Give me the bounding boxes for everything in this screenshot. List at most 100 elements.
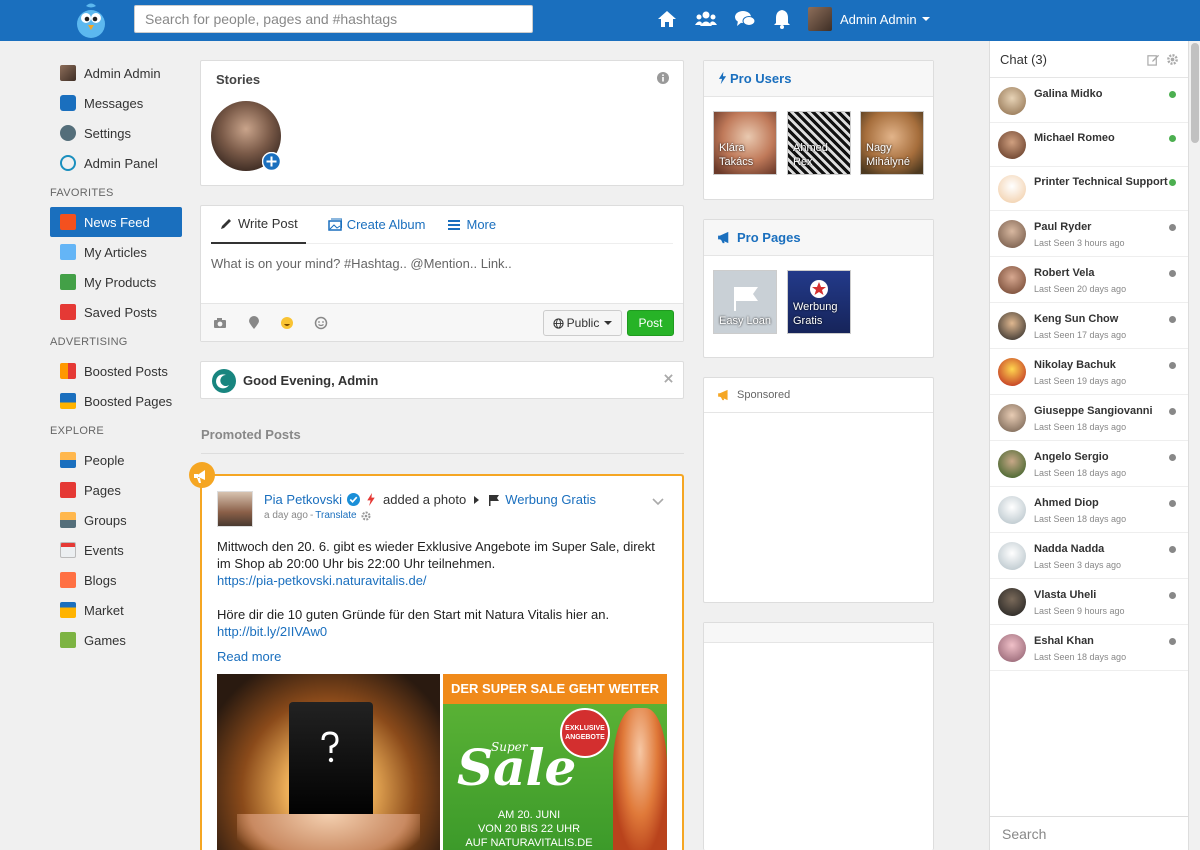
add-story-plus-icon[interactable] bbox=[262, 152, 281, 171]
gear-icon[interactable] bbox=[361, 511, 371, 521]
profile-avatar-icon bbox=[60, 65, 76, 81]
album-images-icon bbox=[327, 218, 342, 231]
post-button[interactable]: Post bbox=[627, 310, 674, 336]
sidebar-item-boosted-pages[interactable]: Boosted Pages bbox=[50, 386, 182, 416]
chat-contact-item[interactable]: Nikolay Bachuk Last Seen 19 days ago bbox=[990, 349, 1189, 395]
chevron-down-icon bbox=[921, 17, 930, 21]
pro-user-tile[interactable]: Klára Takács bbox=[713, 111, 777, 175]
bird-logo-icon[interactable] bbox=[72, 2, 110, 40]
offline-status-dot bbox=[1169, 316, 1176, 323]
tab-label: Write Post bbox=[238, 216, 298, 231]
pro-page-tile[interactable]: Easy Loan bbox=[713, 270, 777, 334]
close-icon[interactable] bbox=[664, 374, 673, 383]
chat-contact-item[interactable]: Eshal Khan Last Seen 18 days ago bbox=[990, 625, 1189, 671]
chat-sidebar: Chat (3) Galina Midko Michael Romeo Printe… bbox=[989, 41, 1189, 850]
post-body-text-1: Mittwoch den 20. 6. gibt es wieder Exklu… bbox=[217, 539, 655, 571]
top-header: Admin Admin bbox=[0, 0, 1200, 41]
pro-user-name: Klára Takács bbox=[719, 142, 754, 168]
post-text-input[interactable]: What is on your mind? #Hashtag.. @Mentio… bbox=[201, 244, 683, 304]
sidebar-item-blogs[interactable]: Blogs bbox=[50, 565, 182, 595]
header-user-menu[interactable]: Admin Admin bbox=[808, 5, 930, 33]
chat-contact-item[interactable]: Michael Romeo bbox=[990, 123, 1189, 167]
chat-contact-item[interactable]: Angelo Sergio Last Seen 18 days ago bbox=[990, 441, 1189, 487]
sidebar-item-label: Saved Posts bbox=[84, 304, 157, 320]
sidebar-item-market[interactable]: Market bbox=[50, 595, 182, 625]
pro-user-tile[interactable]: Ahmed Rex bbox=[787, 111, 851, 175]
chat-search-input[interactable] bbox=[990, 816, 1189, 850]
messages-icon[interactable] bbox=[733, 7, 757, 31]
search-input[interactable] bbox=[134, 5, 533, 33]
chat-contact-item[interactable]: Printer Technical Support bbox=[990, 167, 1189, 211]
sidebar-item-profile[interactable]: Admin Admin bbox=[50, 58, 182, 88]
location-pin-icon[interactable] bbox=[247, 316, 261, 330]
chat-contact-item[interactable]: Keng Sun Chow Last Seen 17 days ago bbox=[990, 303, 1189, 349]
sidebar-item-label: Games bbox=[84, 632, 126, 648]
emoji-laugh-icon[interactable] bbox=[280, 316, 294, 330]
chat-contact-item[interactable]: Robert Vela Last Seen 20 days ago bbox=[990, 257, 1189, 303]
sidebar-item-news-feed[interactable]: News Feed bbox=[50, 207, 182, 237]
sidebar-item-my-products[interactable]: My Products bbox=[50, 267, 182, 297]
compose-edit-icon[interactable] bbox=[1147, 53, 1160, 66]
caret-right-icon bbox=[474, 495, 480, 504]
sidebar-item-pages[interactable]: Pages bbox=[50, 475, 182, 505]
empty-widget-panel bbox=[703, 622, 934, 850]
post-body-link-1[interactable]: https://pia-petkovski.naturavitalis.de/ bbox=[217, 572, 667, 589]
offline-status-dot bbox=[1169, 408, 1176, 415]
sidebar-item-people[interactable]: People bbox=[50, 445, 182, 475]
translate-link[interactable]: Translate bbox=[315, 510, 356, 521]
chevron-down-icon[interactable] bbox=[652, 498, 664, 506]
chat-contact-item[interactable]: Paul Ryder Last Seen 3 hours ago bbox=[990, 211, 1189, 257]
post-body-link-2[interactable]: http://bit.ly/2IIVAw0 bbox=[217, 623, 667, 640]
sidebar-item-label: Admin Admin bbox=[84, 65, 161, 81]
tab-create-album[interactable]: Create Album bbox=[327, 217, 425, 232]
sidebar-item-boosted-posts[interactable]: Boosted Posts bbox=[50, 356, 182, 386]
info-icon[interactable] bbox=[657, 72, 669, 84]
tab-more[interactable]: More bbox=[447, 217, 496, 232]
pro-page-tile[interactable]: Werbung Gratis bbox=[787, 270, 851, 334]
sidebar-item-games[interactable]: Games bbox=[50, 625, 182, 655]
sidebar-item-label: Market bbox=[84, 602, 124, 618]
chat-contact-item[interactable]: Ahmed Diop Last Seen 18 days ago bbox=[990, 487, 1189, 533]
pro-user-tile[interactable]: Nagy Mihályné bbox=[860, 111, 924, 175]
home-icon[interactable] bbox=[655, 7, 679, 31]
tab-write-post[interactable]: Write Post bbox=[211, 206, 306, 244]
sidebar-item-events[interactable]: Events bbox=[50, 535, 182, 565]
sidebar-item-settings[interactable]: Settings bbox=[50, 118, 182, 148]
scrollbar-thumb[interactable] bbox=[1191, 43, 1199, 143]
header-user-name: Admin Admin bbox=[840, 11, 917, 27]
post-image-super-sale[interactable]: DER SUPER SALE GEHT WEITER EXKLUSIVE ANG… bbox=[443, 674, 667, 850]
contact-avatar bbox=[998, 496, 1026, 524]
author-avatar[interactable] bbox=[217, 491, 253, 527]
page-scrollbar[interactable] bbox=[1188, 41, 1200, 850]
promoted-post-card: Pia Petkovski added a photo Werbung Grat… bbox=[200, 474, 684, 850]
read-more-link[interactable]: Read more bbox=[217, 648, 667, 665]
sidebar-item-my-articles[interactable]: My Articles bbox=[50, 237, 182, 267]
chat-contact-item[interactable]: Nadda Nadda Last Seen 3 days ago bbox=[990, 533, 1189, 579]
gear-icon[interactable] bbox=[1166, 53, 1179, 66]
contact-name: Robert Vela bbox=[1034, 267, 1095, 279]
sidebar-item-saved-posts[interactable]: Saved Posts bbox=[50, 297, 182, 327]
camera-icon[interactable] bbox=[213, 316, 227, 330]
sidebar-item-messages[interactable]: Messages bbox=[50, 88, 182, 118]
author-name-link[interactable]: Pia Petkovski bbox=[264, 492, 342, 507]
chat-contact-item[interactable]: Galina Midko bbox=[990, 79, 1189, 123]
smiley-icon[interactable] bbox=[314, 316, 328, 330]
post-composer: Write Post Create Album More What is on … bbox=[200, 205, 684, 342]
sidebar-item-admin-panel[interactable]: Admin Panel bbox=[50, 148, 182, 178]
sale-line-2: VON 20 BIS 22 UHR bbox=[477, 823, 581, 835]
sidebar-item-groups[interactable]: Groups bbox=[50, 505, 182, 535]
moon-icon bbox=[212, 369, 236, 393]
stories-panel: Stories bbox=[200, 60, 684, 186]
privacy-dropdown[interactable]: Public bbox=[543, 310, 622, 336]
target-page-link[interactable]: Werbung Gratis bbox=[505, 492, 596, 507]
friends-icon[interactable] bbox=[694, 7, 718, 31]
star-badge-icon bbox=[810, 280, 828, 298]
chat-contact-item[interactable]: Giuseppe Sangiovanni Last Seen 18 days ag… bbox=[990, 395, 1189, 441]
post-image-mystery-box[interactable] bbox=[217, 674, 440, 850]
notifications-bell-icon[interactable] bbox=[770, 7, 794, 31]
contact-avatar bbox=[998, 634, 1026, 662]
chat-contact-item[interactable]: Vlasta Uheli Last Seen 9 hours ago bbox=[990, 579, 1189, 625]
megaphone-icon bbox=[718, 231, 729, 244]
pro-pages-title: Pro Pages bbox=[737, 230, 801, 245]
flag-icon bbox=[489, 494, 500, 506]
